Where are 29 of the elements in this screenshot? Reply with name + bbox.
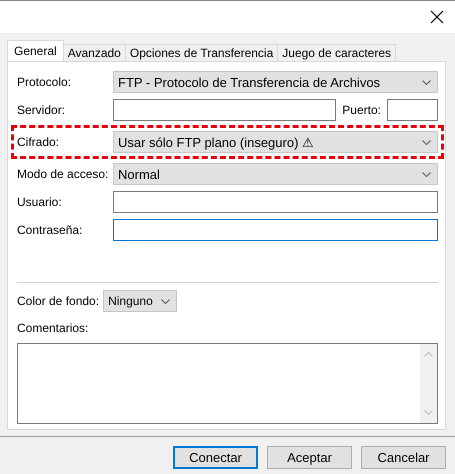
chevron-down-icon bbox=[422, 140, 431, 144]
dropdown[interactable]: FTP - Protocolo de Transferencia de Archivos bbox=[113, 71, 438, 93]
field-label: Servidor: bbox=[17, 103, 66, 117]
dropdown[interactable]: Normal bbox=[113, 163, 438, 185]
input-field[interactable] bbox=[387, 99, 438, 121]
input-field[interactable] bbox=[113, 191, 438, 213]
field-label: Color de fondo: bbox=[17, 294, 100, 308]
field-label: Protocolo: bbox=[17, 75, 72, 89]
field-label: Cifrado: bbox=[17, 135, 60, 149]
dialog-button[interactable]: Conectar bbox=[173, 446, 258, 469]
tab[interactable]: Juego de caracteres bbox=[277, 44, 396, 61]
field-label: Puerto: bbox=[342, 103, 381, 117]
tab[interactable]: General bbox=[7, 40, 64, 61]
dialog-button[interactable]: Cancelar bbox=[361, 446, 446, 469]
field-label: Comentarios: bbox=[17, 321, 90, 336]
field-label: Contraseña: bbox=[17, 223, 84, 237]
field-label: Modo de acceso: bbox=[17, 167, 110, 181]
chevron-down-icon bbox=[422, 80, 431, 84]
field-label: Usuario: bbox=[17, 195, 63, 209]
input-field[interactable] bbox=[113, 219, 438, 241]
chevron-down-icon bbox=[422, 172, 431, 176]
chevron-down-icon bbox=[161, 298, 170, 304]
close-icon[interactable] bbox=[430, 10, 444, 24]
dropdown[interactable]: Usar sólo FTP plano (inseguro) ⚠ bbox=[113, 131, 438, 153]
dialog-button[interactable]: Aceptar bbox=[267, 446, 352, 469]
tab[interactable]: Opciones de Transferencia bbox=[124, 44, 278, 61]
input-field[interactable] bbox=[113, 99, 336, 121]
text-area[interactable] bbox=[17, 343, 438, 424]
dropdown[interactable]: Ninguno bbox=[103, 290, 178, 312]
